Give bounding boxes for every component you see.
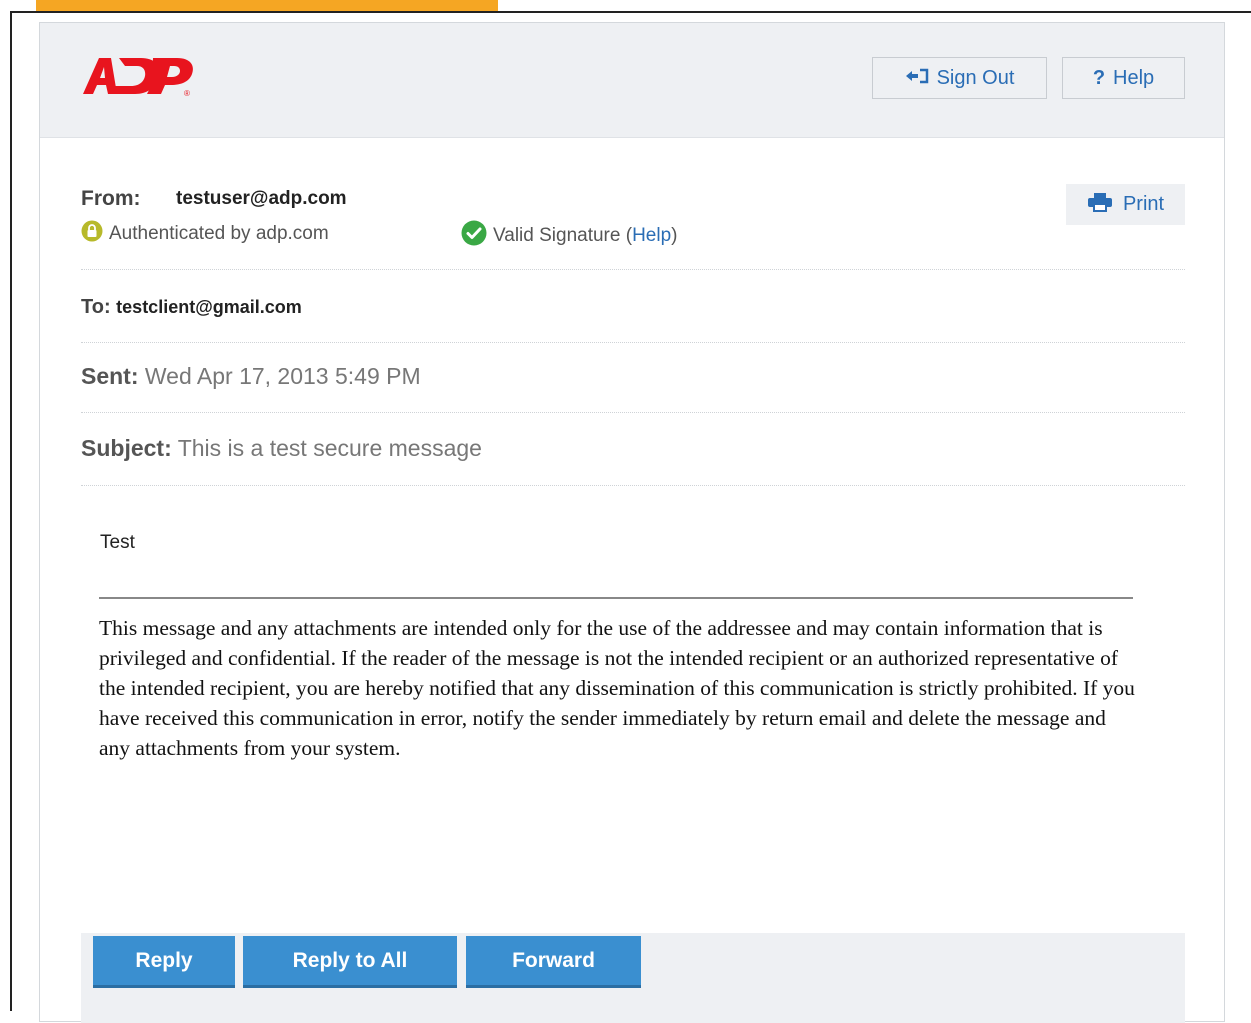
signature-text: Valid Signature ( <box>493 225 633 246</box>
subject-label: Subject: <box>81 435 172 461</box>
sign-out-icon <box>905 67 929 90</box>
sent-row: Sent: Wed Apr 17, 2013 5:49 PM <box>81 363 421 390</box>
action-bar: Reply Reply to All Forward <box>81 933 1185 1023</box>
to-label: To: <box>81 296 111 318</box>
disclaimer-text: This message and any attachments are int… <box>99 616 1135 760</box>
lock-icon <box>81 220 103 248</box>
subject-value: This is a test secure message <box>177 435 482 461</box>
print-label: Print <box>1122 193 1165 215</box>
to-value: testclient@gmail.com <box>116 297 302 317</box>
sent-value: Wed Apr 17, 2013 5:49 PM <box>144 363 421 389</box>
reply-all-button[interactable]: Reply to All <box>243 936 457 988</box>
printer-icon <box>1087 192 1113 218</box>
from-label: From: <box>81 187 141 210</box>
forward-button[interactable]: Forward <box>466 936 641 988</box>
signature-help-link[interactable]: Help <box>632 225 671 246</box>
body-rule <box>99 597 1133 599</box>
help-button[interactable]: ? Help <box>1062 57 1185 99</box>
sent-label: Sent: <box>81 363 139 389</box>
adp-logo: ® <box>83 58 193 98</box>
question-icon: ? <box>1092 66 1106 89</box>
svg-text:®: ® <box>184 89 190 98</box>
reply-button[interactable]: Reply <box>93 936 235 988</box>
divider <box>81 485 1185 486</box>
message-card: ® Sign Out ? Help From: testuser@adp.com <box>39 22 1225 1023</box>
sign-out-button[interactable]: Sign Out <box>872 57 1047 99</box>
to-row: To: testclient@gmail.com <box>81 296 302 319</box>
header-bar: ® Sign Out ? Help <box>40 23 1224 138</box>
check-circle-icon <box>461 220 487 252</box>
subject-row: Subject: This is a test secure message <box>81 435 482 462</box>
message-body: Test <box>100 532 135 553</box>
divider <box>81 342 1185 343</box>
help-label: Help <box>1113 66 1155 89</box>
authenticated-text: Authenticated by adp.com <box>109 223 329 244</box>
divider <box>81 269 1185 270</box>
from-value: testuser@adp.com <box>176 188 347 209</box>
authentication-status: Authenticated by adp.com <box>81 220 329 248</box>
sign-out-label: Sign Out <box>936 66 1015 89</box>
divider <box>81 412 1185 413</box>
signature-status: Valid Signature (Help) <box>461 220 677 252</box>
signature-text-end: ) <box>671 225 678 246</box>
print-button[interactable]: Print <box>1066 184 1185 225</box>
